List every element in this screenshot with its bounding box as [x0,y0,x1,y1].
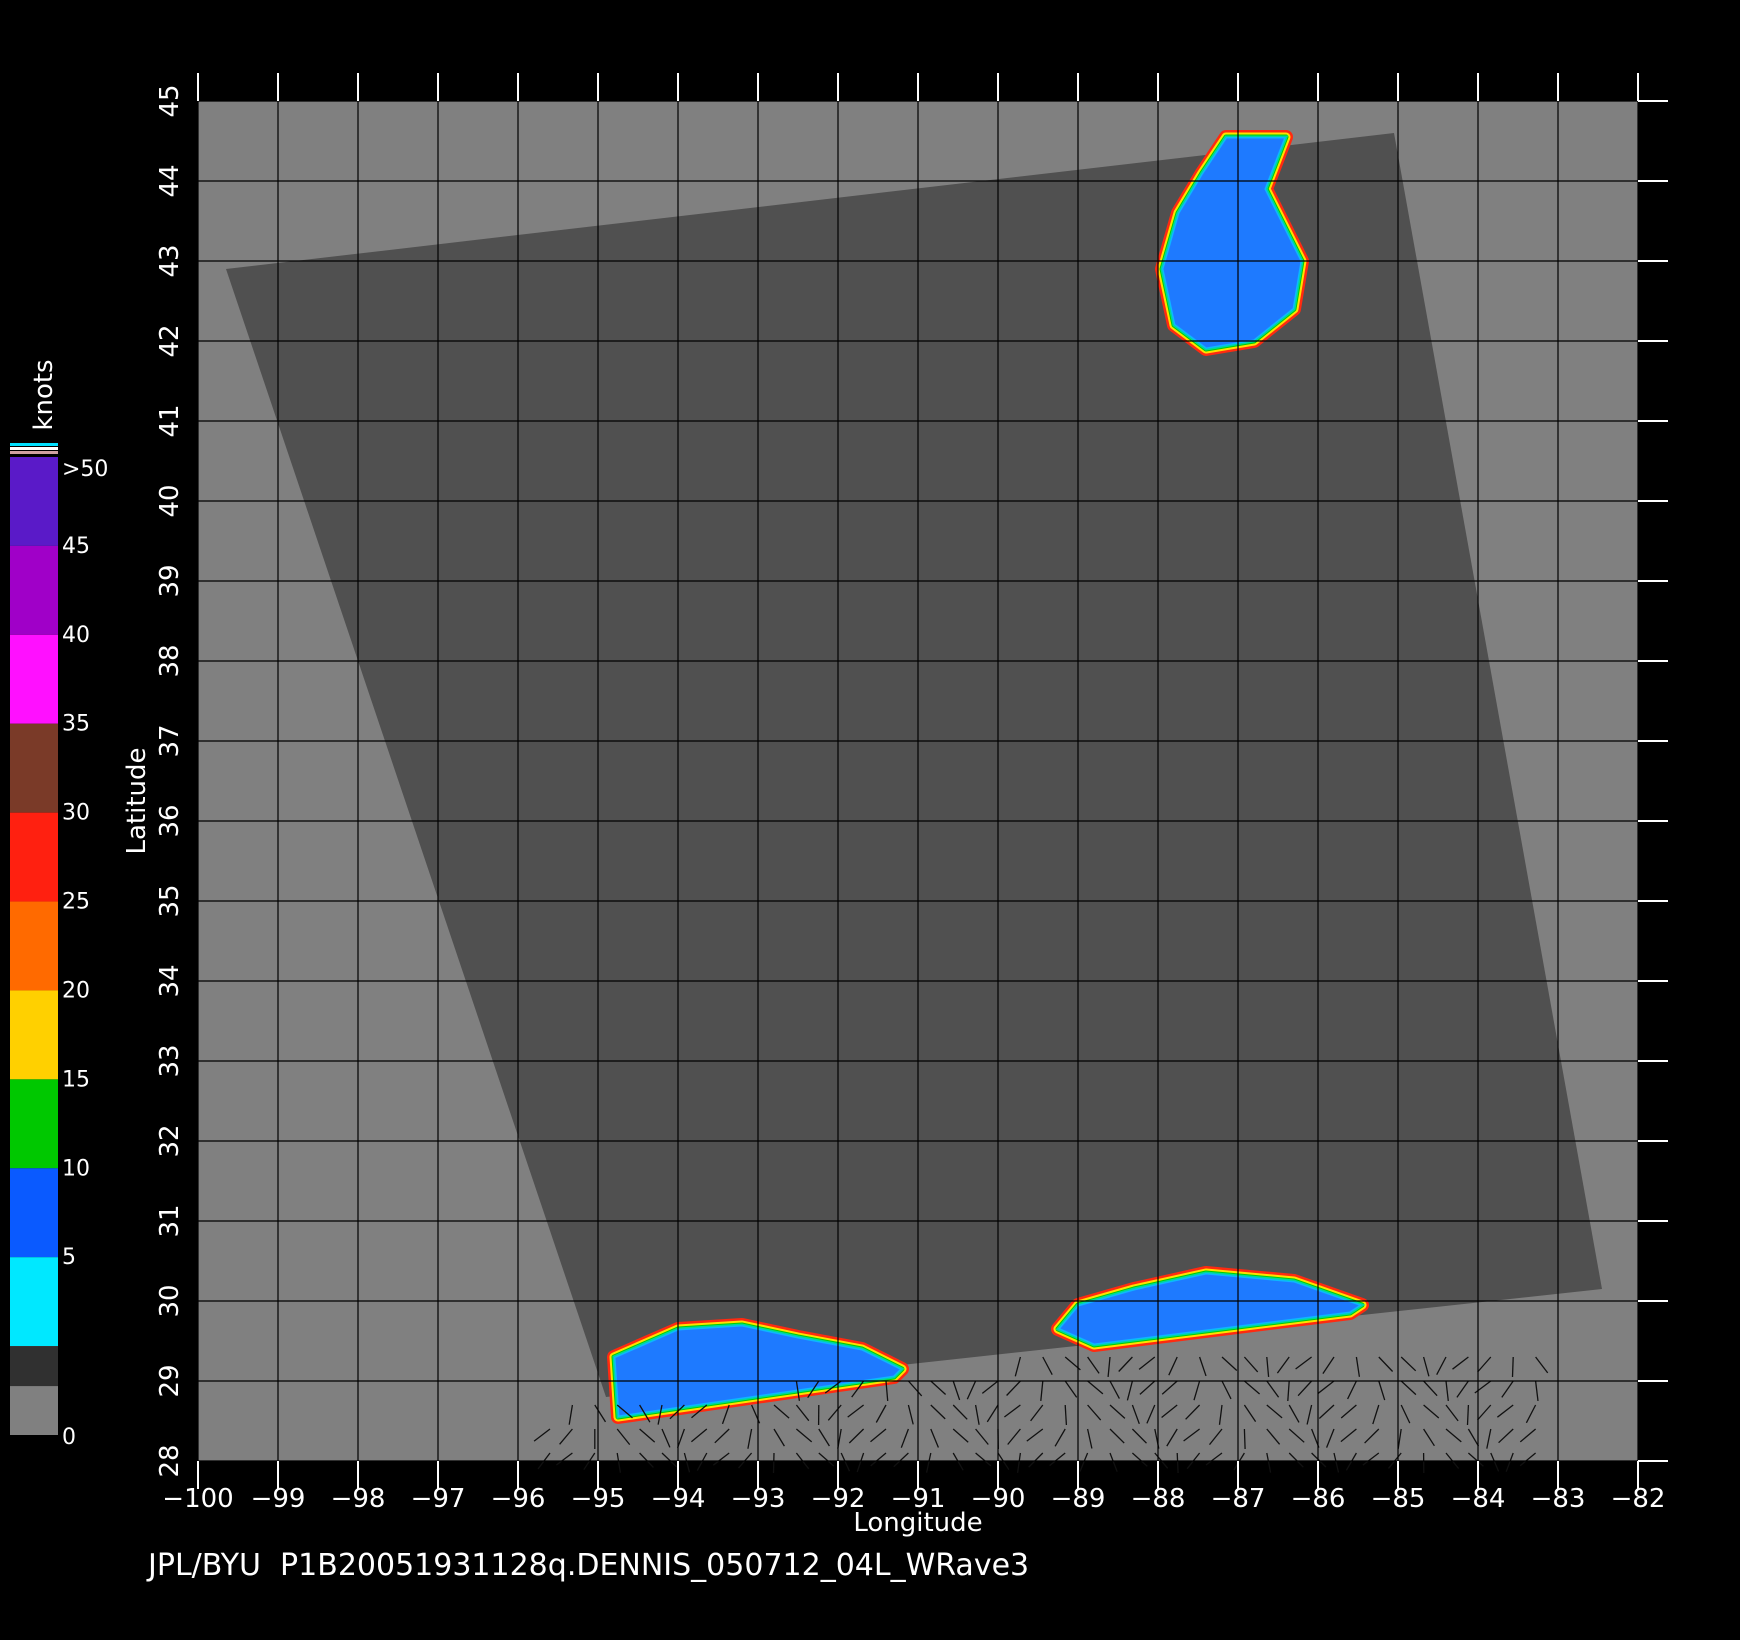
lon-tick-label: −96 [491,1484,546,1514]
lat-tick-label: 44 [155,164,185,197]
wind-barb [1466,1404,1470,1426]
lon-tick-label: −94 [651,1484,706,1514]
wind-barb [1176,1452,1179,1474]
colorbar-label: 15 [62,1067,90,1092]
lon-tick-label: −82 [1611,1484,1666,1514]
colorbar-band [10,1168,58,1258]
lat-tick-label: 35 [155,884,185,917]
lat-tick-label: 40 [155,484,185,517]
lon-tick-label: −88 [1131,1484,1186,1514]
lat-tick-label: 29 [155,1364,185,1397]
colorbar-band [10,990,58,1080]
lon-tick-label: −100 [162,1484,233,1514]
colorbar-top-stripe [10,443,58,446]
colorbar-band [10,723,58,813]
colorbar-label: >50 [62,457,108,482]
lat-tick-label: 42 [155,324,185,357]
lat-tick-label: 38 [155,644,185,677]
colorbar-band-shade [10,1346,58,1387]
wind-barb [772,1452,775,1474]
colorbar-label: 45 [62,534,90,559]
lat-tick-label: 28 [155,1444,185,1477]
colorbar-top-stripe [10,447,58,450]
lat-tick-label: 41 [155,404,185,437]
lat-tick-label: 32 [155,1124,185,1157]
lat-tick-label: 45 [155,84,185,117]
colorbar-band [10,545,58,635]
lon-tick-label: −98 [331,1484,386,1514]
colorbar-band [10,812,58,902]
colorbar-band [10,1257,58,1347]
lat-tick-label: 33 [155,1044,185,1077]
colorbar-label: 5 [62,1245,76,1270]
colorbar-band [10,1079,58,1169]
lon-tick-label: −87 [1211,1484,1266,1514]
colorbar-label: 20 [62,978,90,1003]
lon-tick-label: −89 [1051,1484,1106,1514]
wind-barb [1511,1356,1514,1378]
lon-tick-label: −97 [411,1484,466,1514]
lon-tick-label: −93 [731,1484,786,1514]
colorbar-label: 35 [62,712,90,737]
lat-tick-label: 34 [155,964,185,997]
colorbar-units: knots [29,359,59,430]
colorbar-label: 25 [62,890,90,915]
colorbar-band [10,901,58,991]
y-axis-label: Latitude [122,747,152,854]
figure-caption: JPL/BYU P1B20051931128q.DENNIS_050712_04… [148,1548,1030,1583]
lat-tick-label: 36 [155,804,185,837]
lon-tick-label: −84 [1451,1484,1506,1514]
wind-map-figure: −100 −99 −98 −97 −96 −95 −94 −93 −92 −91 −90 −89 −88… [0,0,1740,1640]
lat-tick-label: 30 [155,1284,185,1317]
x-axis-label: Longitude [853,1508,982,1538]
colorbar-label: 0 [62,1425,76,1450]
colorbar-label: 40 [62,623,90,648]
lon-tick-label: −99 [251,1484,306,1514]
colorbar-top-stripe [10,451,58,454]
lon-tick-label: −86 [1291,1484,1346,1514]
lon-tick-label: −83 [1531,1484,1586,1514]
colorbar-label: 30 [62,801,90,826]
lat-tick-label: 31 [155,1204,185,1237]
lat-tick-label: 43 [155,244,185,277]
wind-barb [1243,1428,1246,1450]
lon-tick-label: −85 [1371,1484,1426,1514]
lat-tick-label: 39 [155,564,185,597]
lat-tick-label: 37 [155,724,185,757]
lon-tick-label: −95 [571,1484,626,1514]
colorbar-label: 10 [62,1156,90,1181]
map-plot: −100 −99 −98 −97 −96 −95 −94 −93 −92 −91 −90 −89 −88… [122,73,1668,1538]
colorbar-band [10,634,58,724]
colorbar-band [10,457,58,546]
